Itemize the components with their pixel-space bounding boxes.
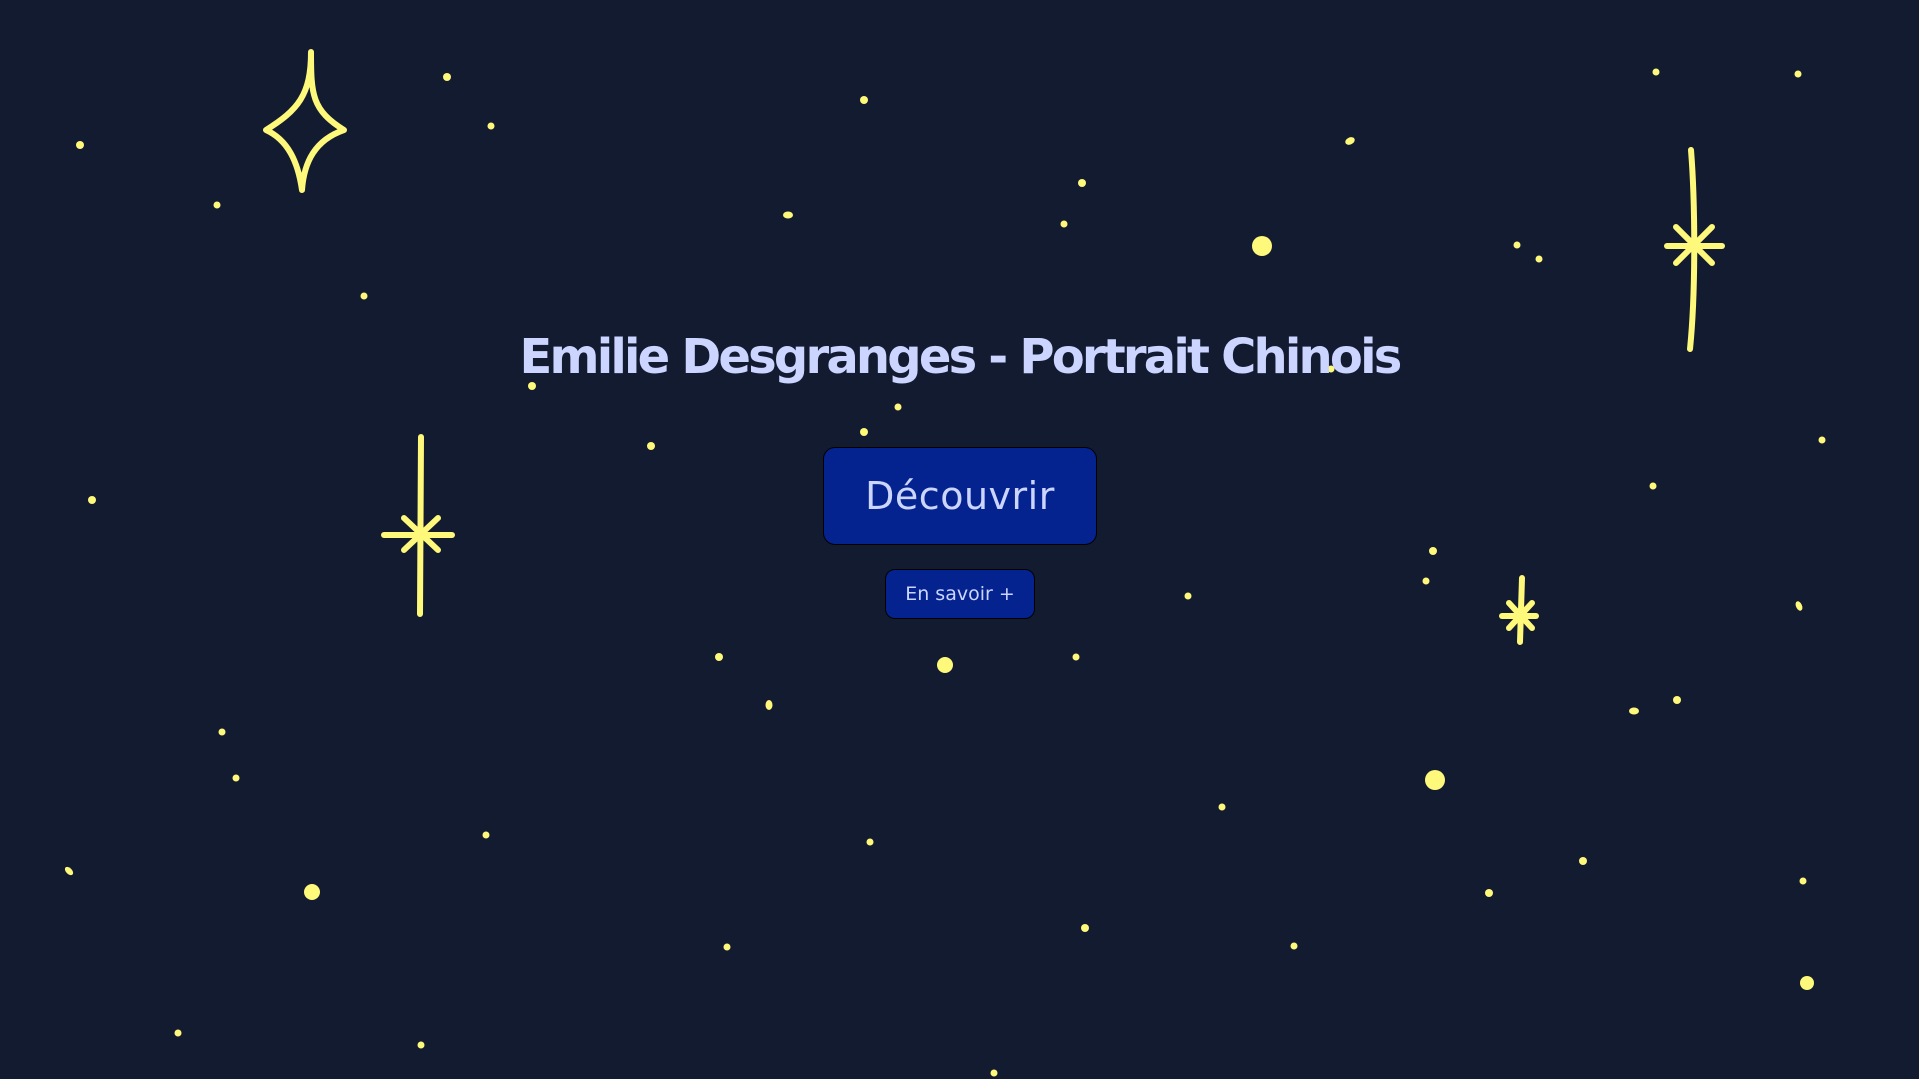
dot-star-icon xyxy=(76,141,84,149)
dot-star-icon xyxy=(64,866,74,876)
dot-star-icon xyxy=(304,884,320,900)
dot-star-icon xyxy=(417,1041,425,1049)
dot-star-icon xyxy=(1513,241,1521,249)
dot-star-icon xyxy=(232,774,240,782)
dot-star-icon xyxy=(1818,436,1826,444)
sparkle-star-icon xyxy=(263,49,347,193)
dot-star-icon xyxy=(1535,255,1543,263)
dot-star-icon xyxy=(866,838,874,846)
dot-star-icon xyxy=(1799,877,1807,885)
dot-star-icon xyxy=(1218,803,1226,811)
dot-star-icon xyxy=(1184,592,1192,600)
dot-star-icon xyxy=(213,201,221,209)
dot-star-icon xyxy=(1425,770,1445,790)
dot-star-icon xyxy=(1252,236,1272,256)
dot-star-icon xyxy=(1345,137,1355,145)
dot-star-icon xyxy=(765,700,773,710)
dot-star-icon xyxy=(1579,857,1587,865)
landing-page: Emilie Desgranges - Portrait Chinois Déc… xyxy=(0,0,1919,1079)
dot-star-icon xyxy=(1794,70,1802,78)
dot-star-icon xyxy=(1422,577,1430,585)
dot-star-icon xyxy=(174,1029,182,1037)
twinkle-star-icon xyxy=(1499,575,1539,645)
discover-button[interactable]: Découvrir xyxy=(823,447,1097,545)
dot-star-icon xyxy=(360,292,368,300)
dot-star-icon xyxy=(1060,220,1068,228)
twinkle-star-icon xyxy=(1664,147,1725,352)
twinkle-star-icon xyxy=(381,434,455,617)
dot-star-icon xyxy=(1081,924,1089,932)
dot-star-icon xyxy=(937,657,953,673)
dot-star-icon xyxy=(783,211,793,219)
dot-star-icon xyxy=(218,728,226,736)
dot-star-icon xyxy=(1800,976,1814,990)
dot-star-icon xyxy=(647,442,655,450)
dot-star-icon xyxy=(443,73,451,81)
dot-star-icon xyxy=(1795,601,1803,611)
dot-star-icon xyxy=(88,496,96,504)
dot-star-icon xyxy=(860,96,868,104)
dot-star-icon xyxy=(1078,179,1086,187)
learn-more-button[interactable]: En savoir + xyxy=(885,569,1035,619)
dot-star-icon xyxy=(715,653,723,661)
dot-star-icon xyxy=(723,943,731,951)
dot-star-icon xyxy=(990,1069,998,1077)
dot-star-icon xyxy=(1673,696,1681,704)
dot-star-icon xyxy=(860,428,868,436)
dot-star-icon xyxy=(1629,707,1639,715)
dot-star-icon xyxy=(482,831,490,839)
dot-star-icon xyxy=(1649,482,1657,490)
dot-star-icon xyxy=(1072,653,1080,661)
dot-star-icon xyxy=(1290,942,1298,950)
dot-star-icon xyxy=(1652,68,1660,76)
dot-star-icon xyxy=(487,122,495,130)
dot-star-icon xyxy=(1429,547,1437,555)
dot-star-icon xyxy=(894,403,902,411)
page-title: Emilie Desgranges - Portrait Chinois xyxy=(519,329,1403,385)
dot-star-icon xyxy=(1485,889,1493,897)
